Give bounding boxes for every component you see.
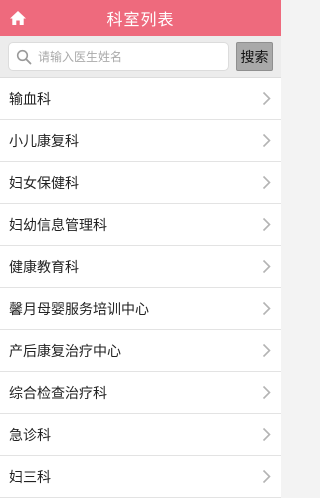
list-item[interactable]: 馨月母婴服务培训中心: [0, 288, 281, 330]
chevron-right-icon: [262, 175, 271, 190]
list-item-label: 产后康复治疗中心: [9, 343, 121, 360]
chevron-right-icon: [262, 217, 271, 232]
department-list: 输血科 小儿康复科 妇女保健科 妇幼信息管理科 健康教育科 馨月母婴服务培训中心…: [0, 78, 281, 498]
list-item[interactable]: 综合检查治疗科: [0, 372, 281, 414]
list-item-label: 馨月母婴服务培训中心: [9, 301, 149, 318]
home-icon: [9, 10, 27, 26]
list-item[interactable]: 小儿康复科: [0, 120, 281, 162]
chevron-right-icon: [262, 343, 271, 358]
list-item-label: 妇三科: [9, 469, 51, 486]
chevron-right-icon: [262, 385, 271, 400]
app-header: 科室列表: [0, 0, 281, 36]
list-item[interactable]: 输血科: [0, 78, 281, 120]
list-item[interactable]: 妇三科: [0, 456, 281, 498]
list-item[interactable]: 健康教育科: [0, 246, 281, 288]
chevron-right-icon: [262, 133, 271, 148]
list-item[interactable]: 妇幼信息管理科: [0, 204, 281, 246]
list-item-label: 健康教育科: [9, 259, 79, 276]
list-item-label: 综合检查治疗科: [9, 385, 107, 402]
search-box[interactable]: [8, 42, 229, 71]
chevron-right-icon: [262, 259, 271, 274]
list-item[interactable]: 妇女保健科: [0, 162, 281, 204]
list-item-label: 小儿康复科: [9, 133, 79, 150]
search-icon: [16, 49, 32, 65]
list-item[interactable]: 产后康复治疗中心: [0, 330, 281, 372]
list-item-label: 妇女保健科: [9, 175, 79, 192]
page-title: 科室列表: [106, 10, 175, 29]
search-bar: 搜索: [0, 36, 281, 78]
list-item-label: 妇幼信息管理科: [9, 217, 107, 234]
chevron-right-icon: [262, 91, 271, 106]
search-input[interactable]: [38, 49, 218, 64]
list-item-label: 输血科: [9, 91, 51, 108]
home-button[interactable]: [0, 0, 36, 36]
chevron-right-icon: [262, 469, 271, 484]
list-item-label: 急诊科: [9, 427, 51, 444]
search-button[interactable]: 搜索: [236, 42, 273, 71]
list-item[interactable]: 急诊科: [0, 414, 281, 456]
chevron-right-icon: [262, 301, 271, 316]
chevron-right-icon: [262, 427, 271, 442]
